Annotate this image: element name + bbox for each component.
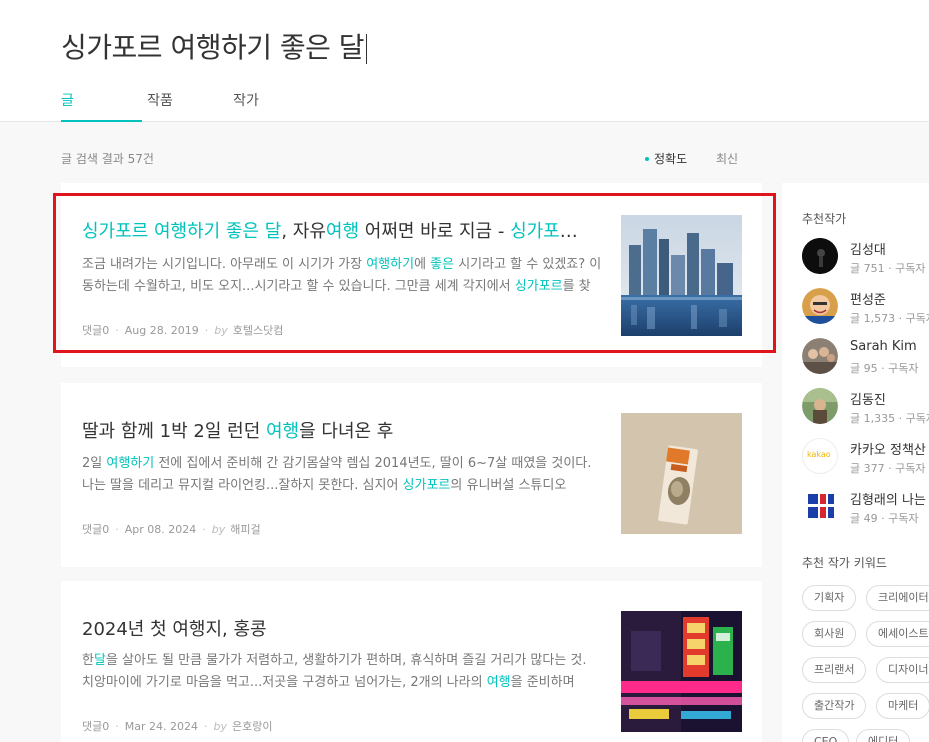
search-query-text: 싱가포르 여행하기 좋은 달 [61,31,365,64]
article-thumbnail[interactable] [621,611,742,732]
author-avatar[interactable] [802,238,838,274]
article-thumbnail[interactable] [621,413,742,534]
recommended-authors-title: 추천작가 [802,212,847,226]
highlighted-keyword: 달 [93,653,106,668]
keyword-chip[interactable]: CEO [802,729,850,742]
tab-posts[interactable]: 글 [61,88,142,122]
author-item[interactable]: kakao 카카오 정책산 글 377 · 구독자 [802,438,929,478]
sidebar: 추천작가 김성대 글 751 · 구독자 편성준 글 1,573 · 구독자 S… [782,183,929,742]
tab-works[interactable]: 작품 [131,88,189,122]
highlighted-keyword: 여행 [486,675,511,690]
article-date: Apr 08. 2024 [124,523,197,536]
comment-count: 댓글0 [82,720,110,733]
article-excerpt: 2일 여행하기 전에 집에서 준비해 간 감기몸살약 렘십 2014년도, 딸이… [82,453,602,497]
text-segment: 의 유니버설 스튜디오 [450,478,567,493]
keyword-chip[interactable]: 크리에이터 [866,585,929,611]
keyword-chip[interactable]: 기획자 [802,585,857,611]
author-stats: 글 1,335 · 구독자 [850,412,929,425]
author-name[interactable]: 김성대 [850,239,886,258]
article-date: Mar 24. 2024 [124,720,198,733]
text-segment: 2일 [82,456,107,471]
article-excerpt: 한달을 살아도 될 만큼 물가가 저렴하고, 생활하기가 편하며, 휴식하며 즐… [82,650,602,694]
text-segment: 2024년 첫 여행지, 홍콩 [82,619,267,640]
text-segment: 딸과 함께 1박 2일 런던 [82,421,266,442]
comment-count: 댓글0 [82,523,110,536]
author-stats: 글 49 · 구독자 [850,512,919,525]
author-stats: 글 1,573 · 구독자 [850,312,929,325]
author-name[interactable]: 편성준 [850,289,886,308]
active-dot-icon [645,156,649,161]
result-count: 글 검색 결과 57건 [61,152,154,166]
keyword-chip[interactable]: 회사원 [802,621,857,647]
tab-authors[interactable]: 작가 [216,88,276,122]
article-title[interactable]: 딸과 함께 1박 2일 런던 여행을 다녀온 후 [82,417,592,443]
article-title[interactable]: 2024년 첫 여행지, 홍콩 [82,615,592,641]
author-avatar[interactable] [802,338,838,374]
article-author[interactable]: 해피걸 [230,523,260,536]
author-stats: 글 751 · 구독자 [850,262,926,275]
author-item[interactable]: 김형래의 나는 글 49 · 구독자 [802,488,929,528]
search-query-input[interactable]: 싱가포르 여행하기 좋은 달 [61,26,368,66]
keyword-chip[interactable]: 마케터 [876,693,929,719]
author-item[interactable]: 편성준 글 1,573 · 구독자 [802,288,929,328]
author-name[interactable]: Sarah Kim [850,339,917,354]
keyword-chip[interactable]: 에디터 [856,729,911,742]
sort-latest[interactable]: 최신 [716,150,738,167]
highlighted-keyword: 싱가포르 [402,478,451,493]
highlight-box [53,193,776,353]
text-caret [366,34,368,64]
author-avatar[interactable] [802,388,838,424]
author-name[interactable]: 김동진 [850,389,886,408]
text-segment: 을 준비하며 [510,675,575,690]
author-item[interactable]: 김성대 글 751 · 구독자 [802,238,929,278]
author-avatar[interactable] [802,288,838,324]
author-keywords-title: 추천 작가 키워드 [802,556,887,570]
author-item[interactable]: Sarah Kim 글 95 · 구독자 [802,338,929,378]
highlighted-keyword: 여행하기 [106,456,155,471]
text-segment: 한 [82,653,94,668]
hanja-logo[interactable] [802,488,838,524]
article-author[interactable]: 은호랑이 [232,720,272,733]
article-card[interactable]: 2024년 첫 여행지, 홍콩 한달을 살아도 될 만큼 물가가 저렴하고, 생… [61,581,762,742]
article-card[interactable]: 딸과 함께 1박 2일 런던 여행을 다녀온 후 2일 여행하기 전에 집에서 … [61,383,762,567]
keyword-chip[interactable]: 출간작가 [802,693,867,719]
author-stats: 글 377 · 구독자 [850,462,926,475]
text-segment: 을 다녀온 후 [299,421,394,442]
author-item[interactable]: 김동진 글 1,335 · 구독자 [802,388,929,428]
article-meta: 댓글0 · Mar 24. 2024 · by 은호랑이 [82,720,273,733]
author-name[interactable]: 김형래의 나는 [850,489,926,508]
kakao-logo[interactable]: kakao [802,438,838,474]
sort-accuracy[interactable]: 정확도 [645,150,687,167]
search-header: 싱가포르 여행하기 좋은 달 글 작품 작가 [0,0,929,122]
author-stats: 글 95 · 구독자 [850,362,919,375]
highlighted-keyword: 여행 [266,421,300,442]
article-meta: 댓글0 · Apr 08. 2024 · by 해피걸 [82,523,261,536]
keyword-chip[interactable]: 프리랜서 [802,657,867,683]
keyword-chip[interactable]: 에세이스트 [866,621,929,647]
keyword-chip[interactable]: 디자이너 [876,657,929,683]
author-name[interactable]: 카카오 정책산 [850,439,926,458]
